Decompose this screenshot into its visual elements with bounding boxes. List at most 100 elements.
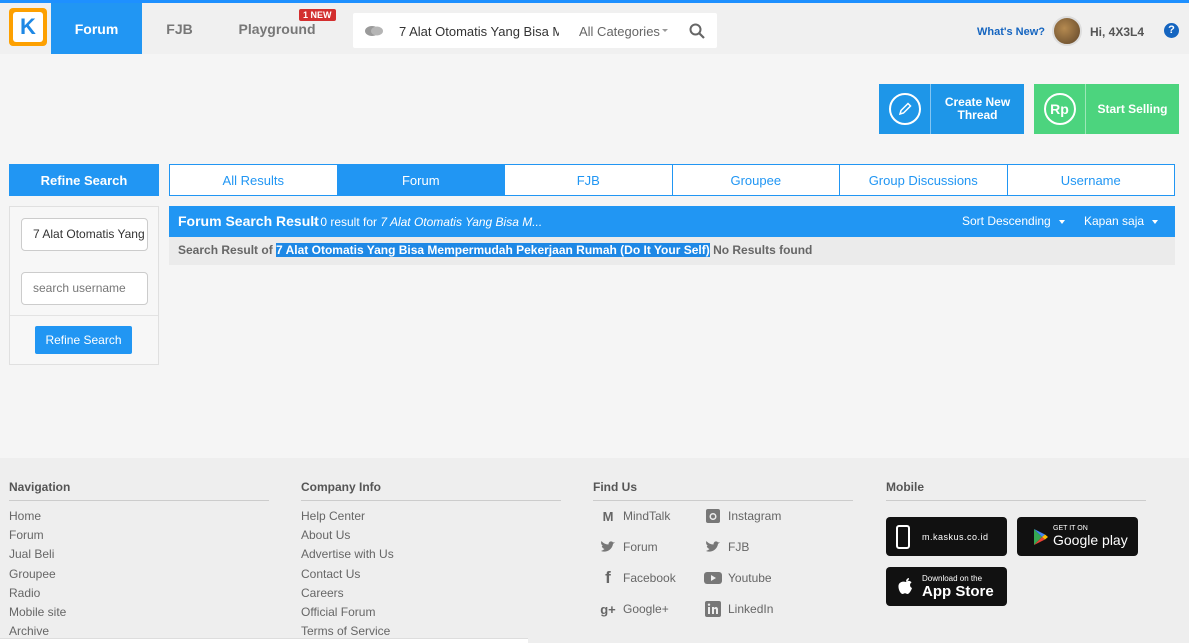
nav-tab-fjb[interactable]: FJB <box>142 3 217 54</box>
start-selling-button[interactable]: Rp Start Selling <box>1034 84 1179 134</box>
result-tabs: All Results Forum FJB Groupee Group Disc… <box>169 164 1175 196</box>
footer-heading: Find Us <box>593 480 853 501</box>
tab-all-results[interactable]: All Results <box>170 165 338 195</box>
kaskus-k-icon: K <box>13 12 43 42</box>
footer-link[interactable]: Advertise with Us <box>301 547 561 566</box>
help-icon[interactable]: ? <box>1164 23 1179 38</box>
result-row: Search Result of 7 Alat Otomatis Yang Bi… <box>169 237 1175 265</box>
footer: Navigation Home Forum Jual Beli Groupee … <box>0 458 1189 643</box>
result-count: - 0 result for 7 Alat Otomatis Yang Bisa… <box>313 215 542 229</box>
social-linkedin[interactable]: LinkedIn <box>704 600 773 618</box>
app-store-text: Download on the App Store <box>922 574 994 600</box>
mindtalk-icon: M <box>602 508 614 524</box>
start-selling-label: Start Selling <box>1097 101 1168 116</box>
chevron-down-icon <box>662 29 668 32</box>
tab-username[interactable]: Username <box>1008 165 1175 195</box>
tab-group-discussions[interactable]: Group Discussions <box>840 165 1008 195</box>
footer-link[interactable]: Careers <box>301 586 561 605</box>
footer-company: Company Info Help Center About Us Advert… <box>301 480 561 643</box>
category-select[interactable]: All Categories <box>579 24 660 39</box>
google-play-big: Google play <box>1053 532 1128 548</box>
refine-search-panel: 7 Alat Otomatis Yang Bisa Mempermudah se… <box>9 206 159 365</box>
new-badge: 1 NEW <box>299 9 336 21</box>
sell-icon-wrap: Rp <box>1034 84 1086 134</box>
social-label: Facebook <box>623 571 676 585</box>
result-query: 7 Alat Otomatis Yang Bisa M... <box>380 215 543 229</box>
youtube-icon <box>704 569 722 587</box>
google-play-text: GET IT ON Google play <box>1053 525 1128 548</box>
create-thread-label: Create New Thread <box>944 95 1011 122</box>
footer-link[interactable]: Jual Beli <box>9 547 269 566</box>
bottom-bar <box>0 638 528 643</box>
social-label: Forum <box>623 540 658 554</box>
social-label: Instagram <box>728 509 782 523</box>
create-icon-wrap <box>879 84 931 134</box>
tab-groupee[interactable]: Groupee <box>673 165 840 195</box>
create-thread-button[interactable]: Create New Thread <box>879 84 1024 134</box>
social-label: LinkedIn <box>728 602 774 616</box>
linkedin-icon <box>704 600 722 618</box>
result-row-query: 7 Alat Otomatis Yang Bisa Mempermudah Pe… <box>276 243 710 257</box>
footer-link[interactable]: Radio <box>9 586 269 605</box>
chevron-down-icon <box>1152 219 1159 224</box>
footer-link[interactable]: Forum <box>9 528 269 547</box>
social-youtube[interactable]: Youtube <box>704 569 772 587</box>
footer-link[interactable]: Contact Us <box>301 567 561 586</box>
app-store-badge[interactable]: Download on the App Store <box>886 567 1007 606</box>
search-icon[interactable] <box>689 23 705 39</box>
pencil-icon <box>888 93 921 125</box>
footer-link[interactable]: Home <box>9 509 269 528</box>
tab-fjb[interactable]: FJB <box>505 165 673 195</box>
social-google-plus[interactable]: g+ Google+ <box>599 600 669 618</box>
time-label: Kapan saja <box>1084 214 1145 228</box>
search-bar: All Categories <box>353 13 717 48</box>
chat-icon[interactable] <box>365 25 383 37</box>
whats-new-link[interactable]: What's New? <box>977 26 1045 38</box>
username-field[interactable]: search username <box>21 272 148 305</box>
footer-link[interactable]: Official Forum <box>301 605 561 624</box>
footer-mobile: Mobile <box>886 480 1146 501</box>
footer-link[interactable]: Groupee <box>9 567 269 586</box>
kaskus-logo[interactable]: K <box>9 8 47 46</box>
google-play-small: GET IT ON <box>1053 525 1088 532</box>
social-label: MindTalk <box>623 509 671 523</box>
mkaskus-badge[interactable]: m.kaskus.co.id <box>886 517 1007 556</box>
app-store-big: App Store <box>922 582 994 600</box>
instagram-icon <box>704 507 722 525</box>
sort-label: Sort Descending <box>962 214 1051 228</box>
social-label: Google+ <box>623 602 669 616</box>
facebook-icon: f <box>605 568 611 587</box>
apple-icon <box>898 577 912 594</box>
footer-link[interactable]: Mobile site <box>9 605 269 624</box>
footer-link[interactable]: About Us <box>301 528 561 547</box>
social-instagram[interactable]: Instagram <box>704 507 781 525</box>
result-header: Forum Search Result - 0 result for 7 Ala… <box>169 206 1175 237</box>
result-count-text: - 0 result for <box>313 215 378 229</box>
twitter-icon <box>704 538 722 556</box>
footer-navigation: Navigation Home Forum Jual Beli Groupee … <box>9 480 269 643</box>
social-twitter-fjb[interactable]: FJB <box>704 538 749 556</box>
time-dropdown[interactable]: Kapan saja <box>1084 214 1159 228</box>
result-row-prefix: Search Result of <box>178 243 273 257</box>
nav-tab-forum[interactable]: Forum <box>51 3 142 54</box>
keyword-field[interactable]: 7 Alat Otomatis Yang Bisa Mempermudah <box>21 218 148 251</box>
rupiah-icon: Rp <box>1043 93 1076 125</box>
divider <box>10 315 158 316</box>
avatar[interactable] <box>1052 16 1082 46</box>
google-play-badge[interactable]: GET IT ON Google play <box>1017 517 1138 556</box>
app-store-small: Download on the <box>922 573 983 583</box>
google-plus-icon: g+ <box>600 601 616 617</box>
top-navbar: K Forum FJB Playground 1 NEW All Categor… <box>0 0 1189 54</box>
refine-search-button[interactable]: Refine Search <box>35 326 132 354</box>
social-twitter-forum[interactable]: Forum <box>599 538 658 556</box>
footer-link[interactable]: Help Center <box>301 509 561 528</box>
search-input[interactable] <box>399 22 559 40</box>
chevron-down-icon <box>1058 219 1065 224</box>
social-facebook[interactable]: f Facebook <box>599 568 676 587</box>
user-greeting[interactable]: Hi, 4X3L4 <box>1090 25 1144 39</box>
social-label: Youtube <box>728 571 772 585</box>
tab-forum[interactable]: Forum <box>337 165 505 195</box>
social-mindtalk[interactable]: M MindTalk <box>599 507 671 525</box>
sort-dropdown[interactable]: Sort Descending <box>962 214 1065 228</box>
footer-heading: Mobile <box>886 480 1146 501</box>
